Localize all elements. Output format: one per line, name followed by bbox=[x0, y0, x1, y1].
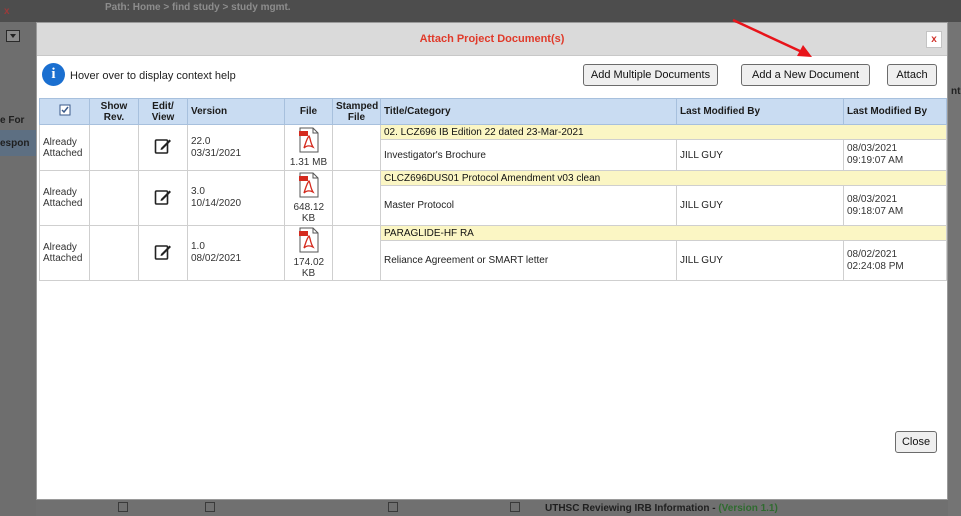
annotation-arrow-line bbox=[732, 18, 803, 54]
annotation-arrow bbox=[732, 18, 812, 57]
